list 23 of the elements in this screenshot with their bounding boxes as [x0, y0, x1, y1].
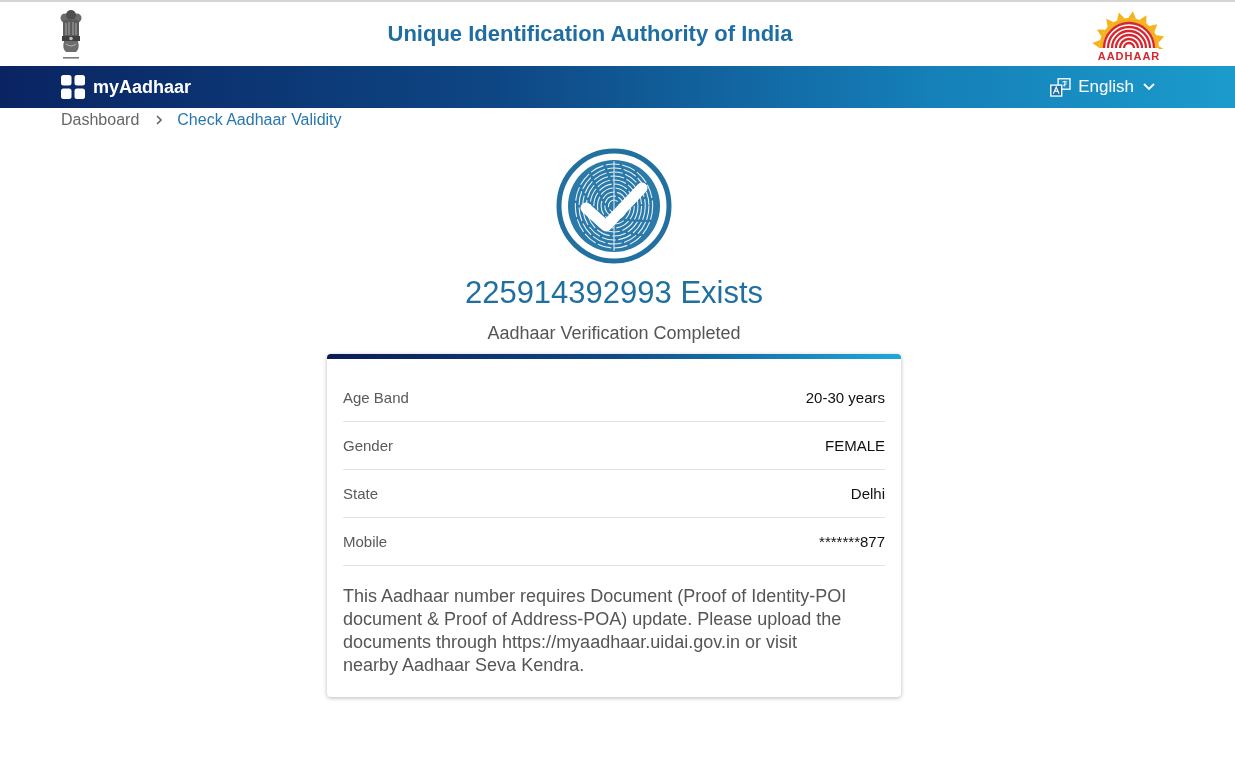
detail-label: State — [343, 485, 379, 502]
detail-value: Delhi — [850, 485, 885, 502]
emblem-logo — [60, 9, 82, 61]
result-subheading: Aadhaar Verification Completed — [487, 322, 741, 344]
chevron-down-icon — [1143, 83, 1155, 91]
detail-value: 20-30 years — [805, 389, 885, 406]
detail-label: Mobile — [343, 533, 388, 550]
result-heading: 225914392993 Exists — [464, 275, 764, 311]
app-name[interactable]: myAadhaar — [93, 76, 192, 98]
grid-icon[interactable] — [61, 75, 85, 99]
detail-label: Gender — [343, 437, 394, 454]
chevron-right-icon — [156, 115, 163, 125]
detail-label: Age Band — [343, 389, 409, 406]
logo-text: AADHAAR — [1097, 49, 1161, 62]
fingerprint-check-icon — [556, 148, 672, 264]
translate-icon — [1050, 77, 1072, 97]
breadcrumb-link[interactable]: Dashboard — [61, 111, 140, 129]
detail-value: *******877 — [819, 533, 885, 550]
site-title: Unique Identification Authority of India — [386, 21, 793, 47]
notice-text: This Aadhaar number requires Document (Proof of Identity-POI document & Proof of Address-POA) update. Please upload the documents through https://myaadhaar.uidai.gov.in or visit nearby Aadhaar Seva Kendra. — [343, 585, 848, 677]
language-dropdown[interactable]: English — [1050, 77, 1155, 97]
breadcrumb-link[interactable]: Check Aadhaar Validity — [177, 111, 342, 129]
detail-value: FEMALE — [825, 437, 885, 454]
